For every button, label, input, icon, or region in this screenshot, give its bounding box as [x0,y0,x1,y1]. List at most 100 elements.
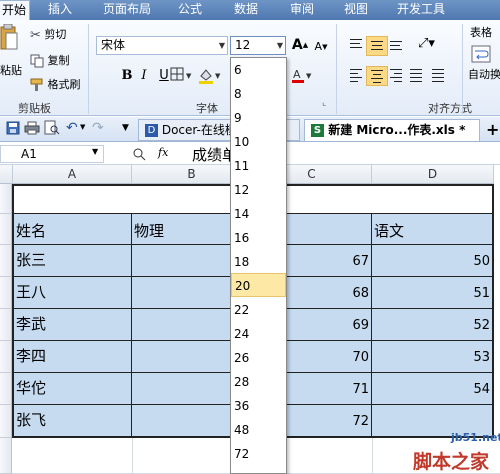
table-cell-name[interactable]: 李武 [12,309,132,341]
tab-workbook[interactable]: S 新建 Micro...作表.xls * × [304,119,480,158]
wrap-text-icon[interactable] [470,44,494,67]
table-cell-name[interactable]: 张三 [12,245,132,277]
print-preview-icon[interactable] [44,120,60,136]
font-size-option[interactable]: 6 [231,58,286,82]
shrink-font-button[interactable]: A▼ [311,37,331,57]
right-ribbon-label[interactable]: 表格 [470,24,492,40]
divider [336,24,337,114]
print-icon[interactable] [24,121,40,135]
align-middle-button[interactable] [366,36,388,56]
paste-button[interactable]: 粘贴 [0,23,22,77]
name-box-chevron-down-icon[interactable]: ▼ [92,147,98,156]
font-size-option[interactable]: 22 [231,298,286,322]
font-size-option[interactable]: 36 [231,394,286,418]
table-cell-name[interactable]: 华佗 [12,373,132,405]
format-painter-icon [30,78,43,91]
header-cell-name[interactable]: 姓名 [12,214,132,245]
align-right-button[interactable] [386,66,406,84]
table-cell-name[interactable]: 张飞 [12,405,132,438]
search-icon[interactable] [132,147,146,161]
justify-button[interactable] [406,66,426,84]
table-cell-d[interactable]: 52 [372,309,494,341]
table-cell-d[interactable]: 53 [372,341,494,373]
tab-formulas[interactable]: 公式 [170,0,210,20]
font-size-option[interactable]: 9 [231,106,286,130]
header-cell-chinese[interactable]: 语文 [372,214,494,245]
font-size-dropdown-list[interactable]: 6 8 9 10 11 12 14 16 18 20 22 24 26 28 3… [230,57,287,474]
tab-developer[interactable]: 开发工具 [390,0,452,20]
row-header[interactable] [0,438,12,474]
tab-page-layout[interactable]: 页面布局 [96,0,158,20]
grow-font-button[interactable]: A▲ [290,35,310,55]
align-center-button[interactable] [366,66,388,86]
table-cell-d[interactable]: 50 [372,245,494,277]
font-group-label: 字体 [196,102,218,115]
new-tab-button[interactable]: + [484,119,500,141]
row-header[interactable] [0,405,12,438]
chevron-down-icon[interactable]: ▼ [277,37,283,54]
table-cell-name[interactable]: 王八 [12,277,132,309]
watermark-site: 脚本之家 [413,451,490,473]
format-painter-button[interactable]: 格式刷 [30,76,81,92]
align-top-button[interactable] [346,36,366,54]
ribbon-tab-bar: 开始 插入 页面布局 公式 数据 审阅 视图 开发工具 [0,0,500,21]
row-header[interactable] [0,373,12,405]
row-header[interactable] [0,309,12,341]
table-cell-d[interactable]: 51 [372,277,494,309]
font-size-combo[interactable]: 12 ▼ [230,36,286,55]
cut-button[interactable]: ✂ 剪切 [30,26,66,43]
font-size-option[interactable]: 14 [231,202,286,226]
tab-insert[interactable]: 插入 [40,0,80,20]
chevron-down-icon[interactable]: ▼ [219,37,225,54]
italic-button[interactable]: I [134,66,154,86]
column-header-a[interactable]: A [13,165,132,184]
table-cell-name[interactable]: 李四 [12,341,132,373]
font-dialog-launcher-icon[interactable]: ⌞ [322,98,326,108]
orientation-button[interactable]: ⤢▾ [418,36,435,51]
tab-review[interactable]: 审阅 [282,0,322,20]
name-box[interactable]: A1 [0,145,104,163]
column-header-d[interactable]: D [372,165,494,184]
copy-icon [30,54,44,68]
font-size-option[interactable]: 8 [231,82,286,106]
row-header[interactable] [0,214,12,245]
font-size-option[interactable]: 12 [231,178,286,202]
undo-icon[interactable]: ↶ [66,120,78,136]
font-size-option[interactable]: 48 [231,418,286,442]
font-size-option[interactable]: 11 [231,154,286,178]
select-all-corner[interactable] [0,165,13,184]
distributed-align-button[interactable] [428,66,448,84]
redo-icon[interactable]: ↷ [92,120,104,136]
row-header[interactable] [0,245,12,277]
copy-button[interactable]: 复制 [30,52,70,68]
tab-home[interactable]: 开始 [0,0,30,21]
font-size-option[interactable]: 10 [231,130,286,154]
fill-color-icon: ▼ [199,69,221,84]
borders-button[interactable]: ▼ [168,66,194,86]
font-size-option[interactable]: 28 [231,370,286,394]
row-header[interactable] [0,184,12,214]
font-size-option[interactable]: 24 [231,322,286,346]
font-size-option[interactable]: 16 [231,226,286,250]
row-header[interactable] [0,341,12,373]
align-bottom-button[interactable] [386,36,406,54]
font-size-option-highlighted[interactable]: 20 [231,273,286,297]
font-size-option[interactable]: 18 [231,250,286,274]
wrap-text-button[interactable]: 自动换 [468,66,500,82]
font-size-option[interactable]: 26 [231,346,286,370]
row-header[interactable] [0,277,12,309]
align-left-button[interactable] [346,66,366,84]
docer-icon: D [145,124,158,137]
undo-dropdown-icon[interactable]: ▼ [80,123,85,131]
font-color-button[interactable]: A ▼ [290,66,316,86]
font-name-combo[interactable]: 宋体 ▼ [96,36,228,55]
tab-view[interactable]: 视图 [336,0,376,20]
fill-color-button[interactable]: ▼ [196,66,224,86]
grow-arrow-icon: ▲ [302,41,309,49]
customize-toolbar-icon[interactable]: ▼ [122,123,129,133]
table-cell-d[interactable]: 54 [372,373,494,405]
font-size-option[interactable]: 72 [231,442,286,466]
save-icon[interactable] [6,121,20,135]
insert-function-button[interactable]: fx [158,146,168,159]
tab-data[interactable]: 数据 [226,0,266,20]
